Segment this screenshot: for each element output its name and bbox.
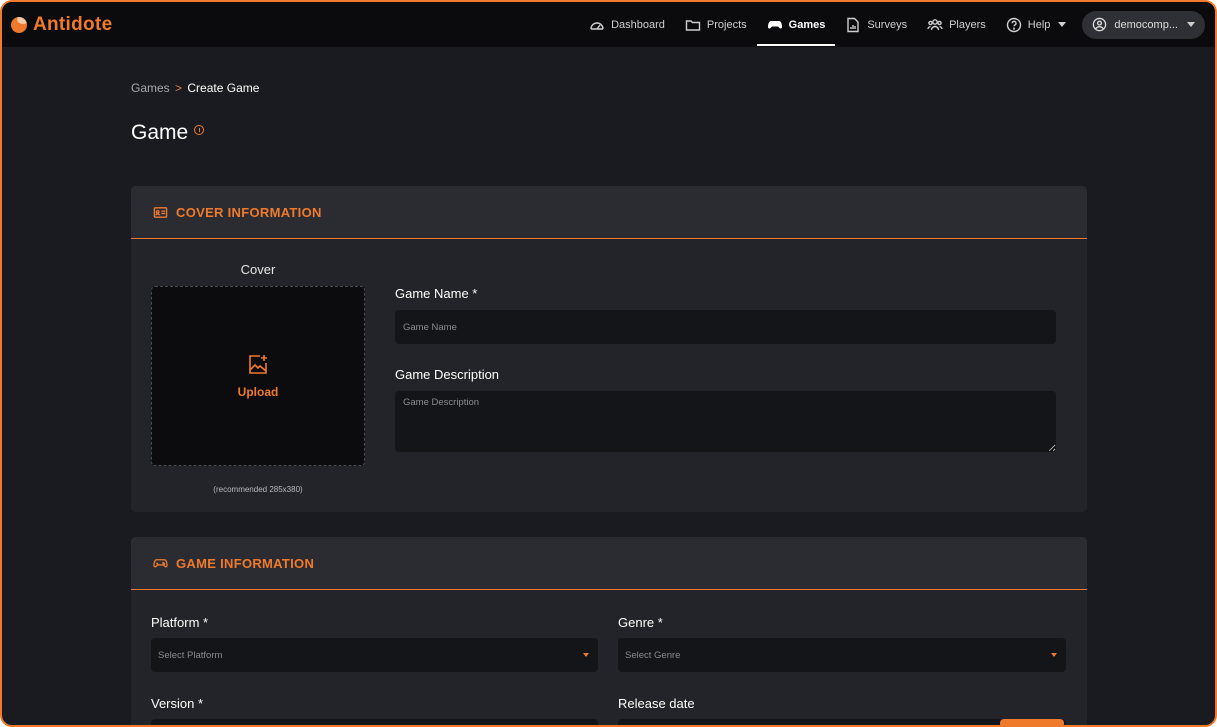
release-date-input[interactable] <box>618 719 1066 725</box>
chevron-down-icon <box>1187 22 1195 27</box>
version-input[interactable] <box>151 719 598 725</box>
id-card-icon <box>153 206 168 218</box>
genre-select-placeholder: Select Genre <box>625 649 681 661</box>
survey-icon <box>847 17 860 32</box>
nav-projects[interactable]: Projects <box>675 2 757 47</box>
cover-label: Cover <box>240 262 276 277</box>
platform-label: Platform * <box>151 615 209 630</box>
breadcrumb: Games > Create Game <box>131 81 259 95</box>
gamepad-icon <box>767 20 782 29</box>
cover-upload-dropzone[interactable]: Upload <box>151 286 365 466</box>
release-date-label: Release date <box>618 696 695 711</box>
page-title: Game <box>131 121 205 145</box>
cover-information-card: COVER INFORMATION Cover Upload (recommen… <box>131 186 1087 512</box>
app-name: Antidote <box>33 13 113 35</box>
nav-players[interactable]: Players <box>917 2 996 47</box>
nav-dashboard[interactable]: Dashboard <box>579 2 675 47</box>
date-picker-button[interactable] <box>1000 719 1064 725</box>
breadcrumb-separator: > <box>175 81 183 95</box>
info-icon[interactable] <box>194 125 205 135</box>
chevron-down-icon <box>1058 22 1067 27</box>
top-navbar: Antidote Dashboard Projects Games Survey… <box>2 2 1215 47</box>
nav-help-label: Help <box>1027 18 1051 31</box>
players-icon <box>927 18 943 30</box>
game-information-card: GAME INFORMATION Platform * Select Platf… <box>131 537 1087 725</box>
gamepad-icon <box>153 558 168 567</box>
genre-select[interactable]: Select Genre <box>618 638 1066 672</box>
app-logo[interactable]: Antidote <box>11 14 112 36</box>
user-name: democomp... <box>1114 18 1178 31</box>
chevron-down-icon <box>1051 653 1057 657</box>
app-window: Antidote Dashboard Projects Games Survey… <box>0 0 1217 727</box>
cover-size-recommendation: (recommended 285x380) <box>213 485 303 494</box>
cover-information-header: COVER INFORMATION <box>131 186 1087 239</box>
nav-projects-label: Projects <box>706 18 747 31</box>
nav-surveys[interactable]: Surveys <box>835 2 917 47</box>
platform-select[interactable]: Select Platform <box>151 638 598 672</box>
version-label: Version * <box>151 696 204 711</box>
main-nav: Dashboard Projects Games Surveys Players… <box>579 2 1205 47</box>
game-description-textarea[interactable] <box>395 391 1056 452</box>
page-title-text: Game <box>131 121 189 144</box>
nav-games-label: Games <box>788 18 826 31</box>
game-name-input[interactable] <box>395 310 1056 344</box>
user-icon <box>1093 17 1107 32</box>
game-description-label: Game Description <box>395 367 500 382</box>
upload-label: Upload <box>237 385 279 399</box>
nav-surveys-label: Surveys <box>867 18 908 31</box>
game-name-label: Game Name * <box>395 286 478 301</box>
logo-icon <box>11 16 27 33</box>
game-information-header: GAME INFORMATION <box>131 537 1087 590</box>
folder-icon <box>685 19 701 31</box>
breadcrumb-current: Create Game <box>187 81 260 95</box>
help-icon <box>1006 17 1021 32</box>
image-upload-icon <box>249 355 267 374</box>
breadcrumb-games[interactable]: Games <box>131 81 170 95</box>
platform-select-placeholder: Select Platform <box>158 649 223 661</box>
gauge-icon <box>590 21 604 30</box>
user-menu[interactable]: democomp... <box>1082 10 1205 39</box>
game-information-title: GAME INFORMATION <box>176 555 315 571</box>
nav-players-label: Players <box>949 18 986 31</box>
genre-label: Genre * <box>618 615 663 630</box>
cover-information-title: COVER INFORMATION <box>176 204 322 220</box>
nav-dashboard-label: Dashboard <box>611 18 665 31</box>
nav-help[interactable]: Help <box>996 2 1077 47</box>
nav-games[interactable]: Games <box>756 2 836 47</box>
chevron-down-icon <box>583 653 589 657</box>
